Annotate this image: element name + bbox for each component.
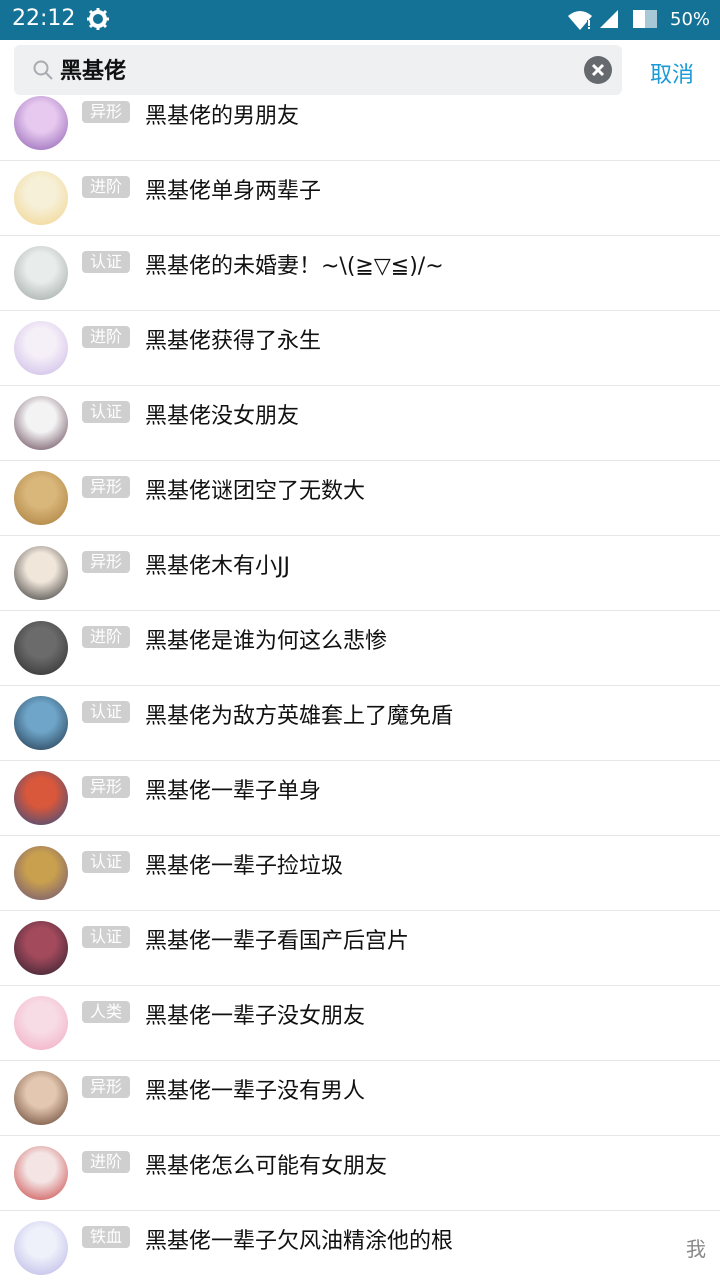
level-badge: 异形 xyxy=(82,476,130,498)
list-item[interactable]: 进阶 黑基佬获得了永生 xyxy=(0,311,720,386)
search-bar: 取消 xyxy=(0,40,720,100)
level-badge: 铁血 xyxy=(82,1226,130,1248)
avatar xyxy=(14,396,68,450)
result-title: 黑基佬的未婚妻！~\(≧▽≦)/~ xyxy=(145,254,444,279)
list-item[interactable]: 异形 黑基佬谜团空了无数大 xyxy=(0,461,720,536)
avatar xyxy=(14,96,68,150)
list-item[interactable]: 进阶 黑基佬是谁为何这么悲惨 xyxy=(0,611,720,686)
level-badge: 异形 xyxy=(82,101,130,123)
avatar xyxy=(14,621,68,675)
result-title: 黑基佬单身两辈子 xyxy=(145,179,322,204)
level-badge: 进阶 xyxy=(82,326,130,348)
level-badge: 认证 xyxy=(82,701,130,723)
avatar xyxy=(14,1146,68,1200)
result-title: 黑基佬一辈子欠风油精涂他的根 xyxy=(145,1229,454,1254)
avatar xyxy=(14,471,68,525)
battery-icon xyxy=(633,10,657,28)
result-title: 黑基佬谜团空了无数大 xyxy=(145,479,366,504)
result-title: 黑基佬一辈子单身 xyxy=(145,779,322,804)
avatar xyxy=(14,921,68,975)
avatar xyxy=(14,546,68,600)
avatar xyxy=(14,321,68,375)
avatar xyxy=(14,996,68,1050)
list-item[interactable]: 铁血 黑基佬一辈子欠风油精涂他的根 我 xyxy=(0,1211,720,1280)
list-item[interactable]: 认证 黑基佬一辈子看国产后宫片 xyxy=(0,911,720,986)
avatar xyxy=(14,846,68,900)
list-item[interactable]: 认证 黑基佬没女朋友 xyxy=(0,386,720,461)
level-badge: 异形 xyxy=(82,776,130,798)
trailing-text: 我 xyxy=(686,1237,706,1261)
search-icon xyxy=(33,60,53,80)
avatar xyxy=(14,1221,68,1275)
search-input[interactable] xyxy=(60,56,560,81)
wifi-icon xyxy=(568,11,592,30)
result-title: 黑基佬的男朋友 xyxy=(145,104,300,129)
list-item[interactable]: 异形 黑基佬木有小JJ xyxy=(0,536,720,611)
list-item[interactable]: 认证 黑基佬的未婚妻！~\(≧▽≦)/~ xyxy=(0,236,720,311)
list-item[interactable]: 人类 黑基佬一辈子没女朋友 xyxy=(0,986,720,1061)
status-bar: 22:12 50% xyxy=(0,0,720,40)
avatar xyxy=(14,171,68,225)
level-badge: 进阶 xyxy=(82,1151,130,1173)
signal-icon xyxy=(600,10,618,28)
list-item[interactable]: 异形 黑基佬一辈子单身 xyxy=(0,761,720,836)
list-item[interactable]: 进阶 黑基佬单身两辈子 xyxy=(0,161,720,236)
level-badge: 人类 xyxy=(82,1001,130,1023)
level-badge: 认证 xyxy=(82,926,130,948)
list-item[interactable]: 进阶 黑基佬怎么可能有女朋友 xyxy=(0,1136,720,1211)
level-badge: 异形 xyxy=(82,551,130,573)
level-badge: 认证 xyxy=(82,251,130,273)
result-title: 黑基佬怎么可能有女朋友 xyxy=(145,1154,388,1179)
result-title: 黑基佬一辈子看国产后宫片 xyxy=(145,929,410,954)
avatar xyxy=(14,1071,68,1125)
result-title: 黑基佬木有小JJ xyxy=(145,554,290,579)
avatar xyxy=(14,246,68,300)
level-badge: 认证 xyxy=(82,401,130,423)
level-badge: 认证 xyxy=(82,851,130,873)
cancel-button[interactable]: 取消 xyxy=(650,57,694,89)
list-item[interactable]: 异形 黑基佬的男朋友 xyxy=(0,96,720,161)
list-item[interactable]: 认证 黑基佬为敌方英雄套上了魔免盾 xyxy=(0,686,720,761)
level-badge: 进阶 xyxy=(82,626,130,648)
battery-percent: 50% xyxy=(670,9,711,30)
result-title: 黑基佬一辈子没有男人 xyxy=(145,1079,366,1104)
results-list: 异形 黑基佬的男朋友 进阶 黑基佬单身两辈子 认证 黑基佬的未婚妻！~\(≧▽≦… xyxy=(0,96,720,1280)
search-box[interactable] xyxy=(14,45,622,95)
avatar xyxy=(14,696,68,750)
result-title: 黑基佬为敌方英雄套上了魔免盾 xyxy=(145,704,454,729)
level-badge: 异形 xyxy=(82,1076,130,1098)
result-title: 黑基佬是谁为何这么悲惨 xyxy=(145,629,388,654)
clear-search-button[interactable] xyxy=(584,56,612,84)
level-badge: 进阶 xyxy=(82,176,130,198)
list-item[interactable]: 异形 黑基佬一辈子没有男人 xyxy=(0,1061,720,1136)
status-time: 22:12 xyxy=(12,6,76,31)
avatar xyxy=(14,771,68,825)
list-item[interactable]: 认证 黑基佬一辈子捡垃圾 xyxy=(0,836,720,911)
result-title: 黑基佬没女朋友 xyxy=(145,404,300,429)
result-title: 黑基佬一辈子没女朋友 xyxy=(145,1004,366,1029)
result-title: 黑基佬一辈子捡垃圾 xyxy=(145,854,344,879)
gear-icon xyxy=(87,8,109,30)
result-title: 黑基佬获得了永生 xyxy=(145,329,322,354)
close-icon xyxy=(591,63,605,77)
